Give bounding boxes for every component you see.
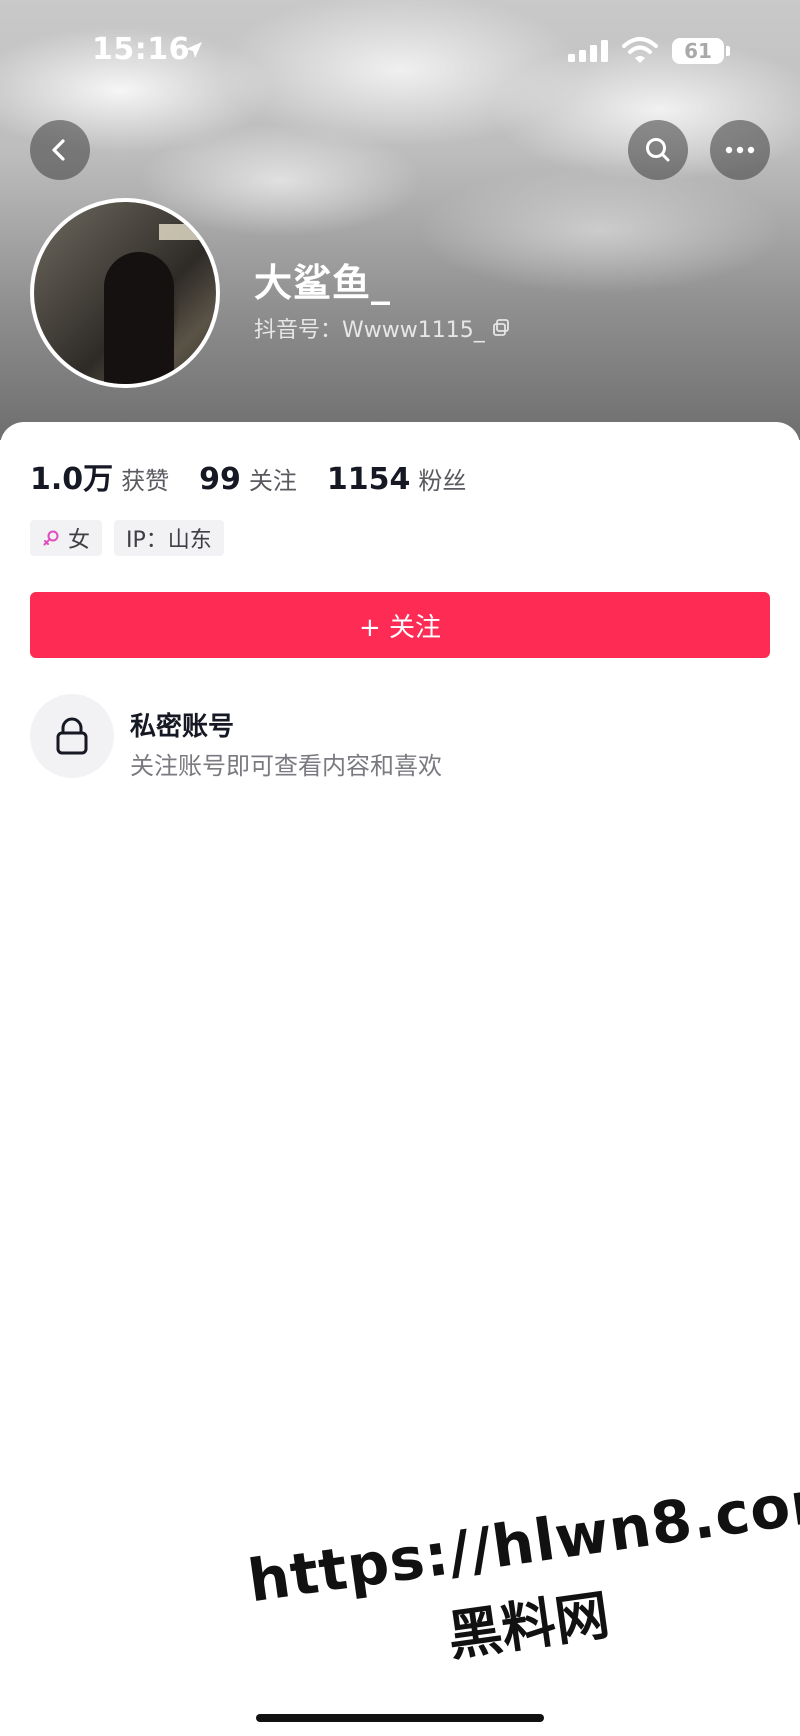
ip-tag: IP：山东: [114, 520, 224, 556]
private-account-subtitle: 关注账号即可查看内容和喜欢: [130, 752, 442, 780]
battery-level: 61: [684, 39, 712, 63]
wifi-icon: [622, 37, 658, 63]
avatar-photo-light: [159, 224, 199, 240]
ip-label: IP：山东: [126, 528, 212, 553]
stats-row: 1.0万 获赞 99 关注 1154 粉丝: [30, 454, 496, 498]
back-chevron-icon: [52, 139, 65, 161]
back-button[interactable]: [30, 120, 90, 180]
follow-button-label: + 关注: [358, 612, 442, 643]
stat-following-label: 关注: [248, 467, 297, 495]
status-time: 15:16: [92, 32, 190, 67]
douyin-id-text: 抖音号：Wwww1115_: [254, 318, 485, 343]
stat-likes-label: 获赞: [121, 467, 170, 495]
location-arrow-icon: [186, 42, 202, 58]
private-account-title: 私密账号: [130, 712, 235, 742]
stat-followers[interactable]: 1154 粉丝: [327, 461, 467, 497]
stat-followers-label: 粉丝: [418, 467, 467, 495]
avatar-photo-figure: [104, 252, 174, 384]
more-button[interactable]: [710, 120, 770, 180]
signal-icon: [568, 40, 608, 62]
search-button[interactable]: [628, 120, 688, 180]
female-icon: [43, 530, 59, 546]
profile-nickname: 大鲨鱼_: [254, 261, 392, 305]
stat-likes: 1.0万 获赞: [30, 454, 169, 498]
battery-tip: [726, 46, 730, 56]
profile-tags: 女 IP：山东: [30, 520, 224, 556]
more-icon: [725, 146, 755, 154]
lock-icon: [56, 717, 88, 755]
stat-likes-count: 1.0万: [30, 462, 114, 497]
stat-followers-count: 1154: [326, 462, 411, 497]
copy-icon[interactable]: [491, 318, 511, 338]
gender-label: 女: [68, 528, 91, 553]
douyin-id-row[interactable]: 抖音号：Wwww1115_: [254, 312, 511, 344]
home-indicator[interactable]: [256, 1714, 544, 1722]
search-icon: [646, 138, 670, 162]
gender-tag: 女: [30, 520, 103, 556]
battery-icon: 61: [672, 38, 724, 64]
private-account-icon-circle: [30, 694, 114, 778]
avatar[interactable]: [30, 198, 220, 388]
watermark-cn: 黑料网: [443, 1583, 614, 1669]
stat-following[interactable]: 99 关注: [199, 461, 297, 497]
stat-following-count: 99: [199, 462, 241, 497]
follow-button[interactable]: + 关注: [30, 592, 770, 658]
